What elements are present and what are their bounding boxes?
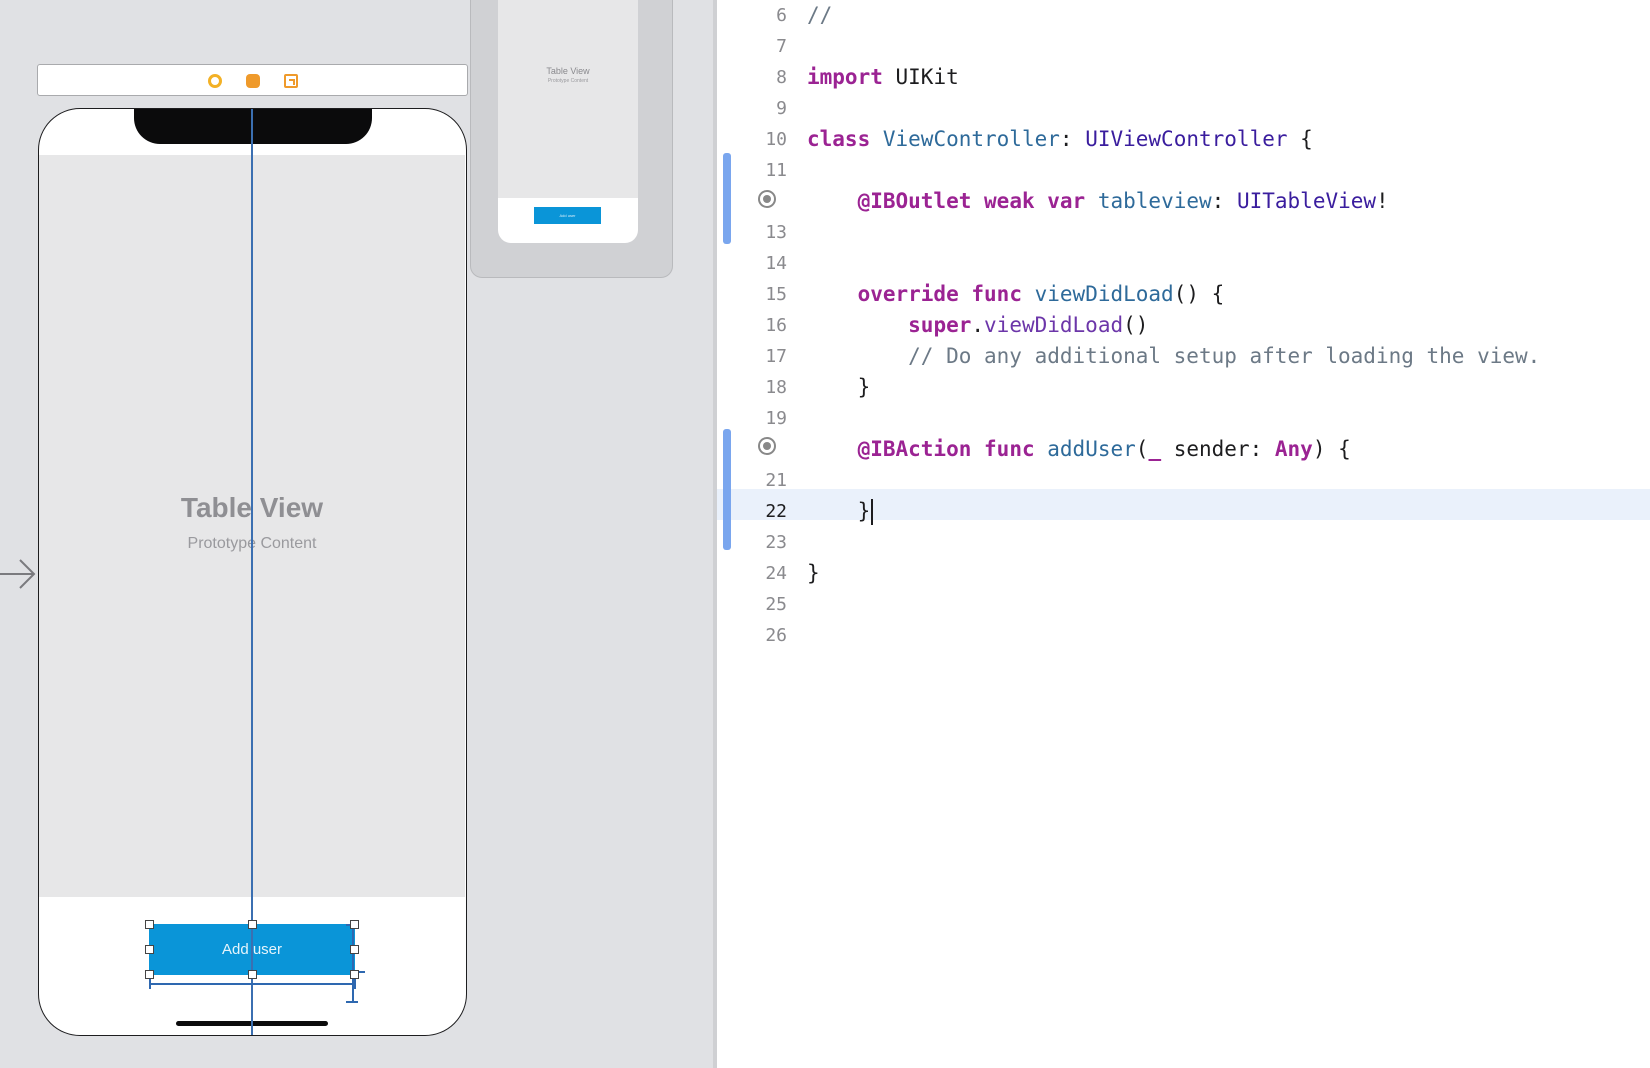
punctuation: . [971, 313, 985, 337]
comment: // [807, 3, 833, 27]
line-number: 25 [765, 594, 787, 615]
code-line-10[interactable]: class ViewController: UIViewController { [807, 124, 1313, 155]
keyword: var [1047, 189, 1086, 213]
view-controller-icon[interactable] [208, 74, 222, 88]
punctuation: } [807, 561, 820, 585]
line-number-active: 22 [765, 501, 787, 522]
resize-handle-top[interactable] [248, 920, 257, 929]
punctuation: () { [1173, 282, 1225, 306]
line-number: 10 [765, 129, 787, 150]
code-line-24[interactable]: } [807, 558, 820, 589]
line-number: 18 [765, 377, 787, 398]
mini-phone-frame: Table View Prototype Content Add user [498, 0, 638, 243]
keyword: class [807, 127, 871, 151]
resize-handle-top-right[interactable] [350, 920, 359, 929]
scene-dock[interactable] [37, 64, 468, 96]
code-line-20[interactable]: @IBAction func addUser(_ sender: Any) { [807, 434, 1351, 465]
keyword: override [857, 282, 959, 306]
module-name: UIKit [895, 65, 959, 89]
code-line-17[interactable]: // Do any additional setup after loading… [807, 341, 1540, 372]
class-name: ViewController [882, 127, 1060, 151]
punctuation: : [1211, 189, 1225, 213]
code-line-22[interactable]: } [807, 496, 874, 527]
line-number: 19 [765, 408, 787, 429]
iphone-scene[interactable]: Table View Prototype Content Add user [38, 108, 467, 1036]
punctuation: } [857, 375, 871, 399]
line-number: 15 [765, 284, 787, 305]
punctuation: : [1059, 127, 1073, 151]
parameter: sender: [1161, 437, 1275, 461]
height-constraint-cap-bottom [346, 1001, 358, 1003]
punctuation: } [857, 499, 871, 523]
code-editor[interactable]: 6 7 8 9 10 11 13 14 15 16 17 18 19 21 22… [717, 0, 1650, 1068]
resize-handle-bottom-right[interactable] [350, 970, 359, 979]
line-number: 7 [776, 36, 787, 57]
mini-table-view: Table View Prototype Content [498, 0, 638, 198]
storyboard-canvas[interactable]: Table View Prototype Content Add user Ta… [0, 0, 713, 1068]
keyword: func [971, 282, 1022, 306]
property-name: tableview [1097, 189, 1212, 213]
code-line-8[interactable]: import UIKit [807, 62, 959, 93]
keyword: _ [1148, 437, 1162, 461]
punctuation: ) { [1312, 437, 1351, 461]
height-constraint-line[interactable] [352, 924, 354, 1002]
width-constraint-line[interactable] [149, 983, 355, 985]
method-call: viewDidLoad [984, 313, 1124, 337]
action-connection-icon[interactable] [758, 437, 776, 455]
resize-handle-left[interactable] [145, 945, 154, 954]
line-number: 17 [765, 346, 787, 367]
resize-handle-top-left[interactable] [145, 920, 154, 929]
exit-icon[interactable] [284, 74, 298, 88]
code-line-18[interactable]: } [807, 372, 871, 403]
type-name: UITableView [1236, 189, 1377, 213]
punctuation: ! [1376, 189, 1389, 213]
function-name: viewDidLoad [1034, 282, 1174, 306]
code-line-15[interactable]: override func viewDidLoad() { [807, 279, 1225, 310]
keyword: super [908, 313, 972, 337]
keyword: func [984, 437, 1035, 461]
type-name: Any [1274, 437, 1313, 461]
code-line-6[interactable]: // [807, 0, 832, 31]
mini-table-view-subtitle: Prototype Content [547, 78, 589, 84]
mini-table-view-title: Table View [546, 66, 590, 76]
line-number: 16 [765, 315, 787, 336]
keyword: weak [984, 189, 1035, 213]
first-responder-icon[interactable] [246, 74, 260, 88]
line-number: 26 [765, 625, 787, 646]
line-number: 14 [765, 253, 787, 274]
function-name: addUser [1047, 437, 1136, 461]
type-name: UIViewController [1085, 127, 1288, 151]
line-number: 23 [765, 532, 787, 553]
line-number: 24 [765, 563, 787, 584]
code-line-12[interactable]: @IBOutlet weak var tableview: UITableVie… [807, 186, 1389, 217]
punctuation: { [1300, 127, 1313, 151]
outlet-connection-icon[interactable] [758, 190, 776, 208]
attribute: @IBAction [857, 437, 972, 461]
line-number: 21 [765, 470, 787, 491]
attribute: @IBOutlet [857, 189, 972, 213]
resize-handle-right[interactable] [350, 945, 359, 954]
line-number: 13 [765, 222, 787, 243]
center-alignment-guide [251, 109, 253, 1035]
code-line-16[interactable]: super.viewDidLoad() [807, 310, 1148, 341]
device-notch [134, 109, 372, 144]
punctuation: () [1123, 313, 1149, 337]
mini-scene-preview[interactable]: Table View Prototype Content Add user [470, 0, 673, 278]
comment: // Do any additional setup after loading… [908, 344, 1541, 368]
resize-handle-bottom-left[interactable] [145, 970, 154, 979]
keyword: import [807, 65, 883, 89]
line-number: 8 [776, 67, 787, 88]
text-cursor [871, 499, 874, 525]
line-number: 9 [776, 98, 787, 119]
line-number: 11 [765, 160, 787, 181]
line-number: 6 [776, 5, 787, 26]
resize-handle-bottom[interactable] [248, 970, 257, 979]
entry-point-arrow-icon[interactable] [0, 558, 38, 590]
mini-add-user-button: Add user [534, 207, 601, 224]
punctuation: ( [1135, 437, 1149, 461]
